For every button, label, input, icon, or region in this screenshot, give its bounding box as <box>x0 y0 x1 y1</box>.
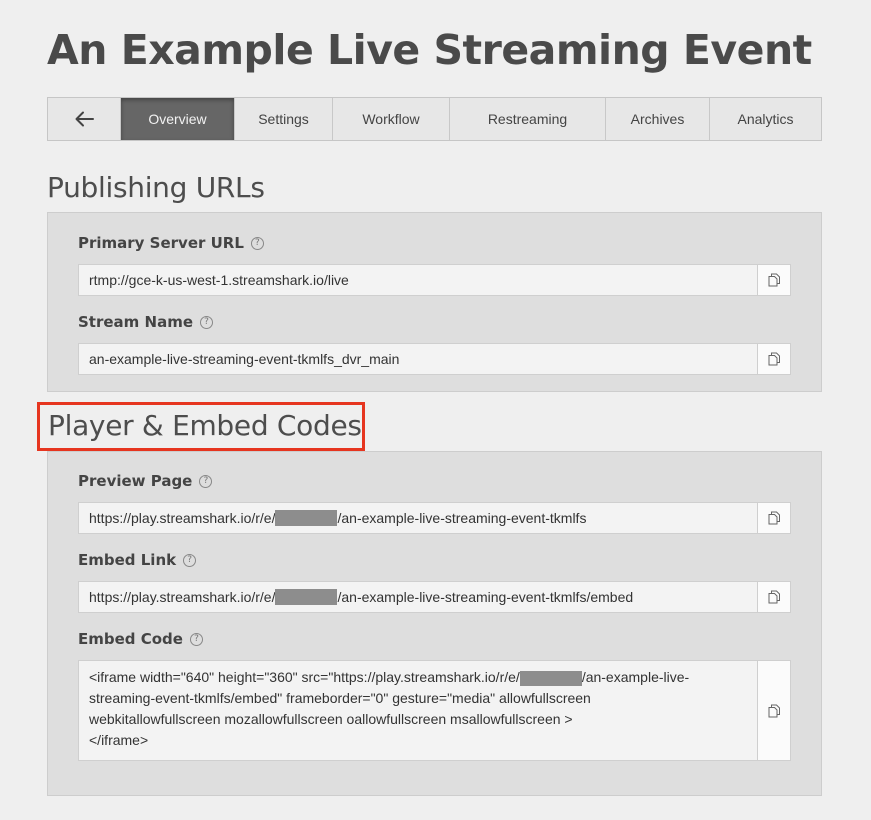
primary-server-url-label-text: Primary Server URL <box>78 234 244 252</box>
copy-document-icon <box>768 273 780 287</box>
embed-code-prefix: <iframe width="640" height="360" src="ht… <box>89 669 520 685</box>
primary-server-url-value[interactable]: rtmp://gce-k-us-west-1.streamshark.io/li… <box>79 265 757 295</box>
preview-page-url-prefix: https://play.streamshark.io/r/e/ <box>89 510 276 526</box>
redacted-id <box>275 510 338 526</box>
copy-embed-code-button[interactable] <box>757 661 790 760</box>
arrow-left-icon <box>75 111 94 127</box>
question-circle-icon[interactable]: ? <box>189 632 203 646</box>
embed-code-field[interactable]: <iframe width="640" height="360" src="ht… <box>78 660 791 761</box>
embed-link-value[interactable]: https://play.streamshark.io/r/e/ /an-exa… <box>79 582 757 612</box>
copy-stream-name-button[interactable] <box>757 344 790 374</box>
copy-document-icon <box>768 511 780 525</box>
tab-workflow[interactable]: Workflow <box>333 98 450 140</box>
embed-code-label: Embed Code ? <box>78 630 203 648</box>
highlight-box <box>37 402 365 451</box>
stream-name-label: Stream Name ? <box>78 313 213 331</box>
copy-document-icon <box>768 352 780 366</box>
embed-link-label: Embed Link ? <box>78 551 197 569</box>
stream-name-label-text: Stream Name <box>78 313 193 331</box>
embed-code-label-text: Embed Code <box>78 630 183 648</box>
tab-overview[interactable]: Overview <box>121 98 235 140</box>
question-circle-icon[interactable]: ? <box>183 553 197 567</box>
copy-primary-server-url-button[interactable] <box>757 265 790 295</box>
redacted-id <box>519 670 582 686</box>
publishing-urls-heading: Publishing URLs <box>47 171 265 204</box>
preview-page-field[interactable]: https://play.streamshark.io/r/e/ /an-exa… <box>78 502 791 534</box>
primary-server-url-label: Primary Server URL ? <box>78 234 264 252</box>
stream-name-value[interactable]: an-example-live-streaming-event-tkmlfs_d… <box>79 344 757 374</box>
page-title: An Example Live Streaming Event <box>47 26 812 74</box>
tab-analytics[interactable]: Analytics <box>710 98 821 140</box>
preview-page-label: Preview Page ? <box>78 472 213 490</box>
copy-embed-link-button[interactable] <box>757 582 790 612</box>
question-circle-icon[interactable]: ? <box>199 474 213 488</box>
tab-restreaming[interactable]: Restreaming <box>450 98 606 140</box>
embed-code-value[interactable]: <iframe width="640" height="360" src="ht… <box>79 661 757 760</box>
preview-page-url-suffix: /an-example-live-streaming-event-tkmlfs <box>337 510 587 526</box>
event-tabs: Overview Settings Workflow Restreaming A… <box>47 97 822 141</box>
question-circle-icon[interactable]: ? <box>200 315 213 329</box>
question-circle-icon[interactable]: ? <box>250 236 264 250</box>
copy-document-icon <box>768 704 780 717</box>
primary-server-url-field[interactable]: rtmp://gce-k-us-west-1.streamshark.io/li… <box>78 264 791 296</box>
back-button[interactable] <box>48 98 121 140</box>
embed-link-label-text: Embed Link <box>78 551 177 569</box>
tab-settings[interactable]: Settings <box>235 98 333 140</box>
embed-link-url-prefix: https://play.streamshark.io/r/e/ <box>89 589 276 605</box>
preview-page-value[interactable]: https://play.streamshark.io/r/e/ /an-exa… <box>79 503 757 533</box>
preview-page-label-text: Preview Page <box>78 472 193 490</box>
embed-link-url-suffix: /an-example-live-streaming-event-tkmlfs/… <box>337 589 634 605</box>
embed-link-field[interactable]: https://play.streamshark.io/r/e/ /an-exa… <box>78 581 791 613</box>
tab-archives[interactable]: Archives <box>606 98 710 140</box>
redacted-id <box>275 589 338 605</box>
copy-document-icon <box>768 590 780 604</box>
stream-name-field[interactable]: an-example-live-streaming-event-tkmlfs_d… <box>78 343 791 375</box>
copy-preview-page-button[interactable] <box>757 503 790 533</box>
